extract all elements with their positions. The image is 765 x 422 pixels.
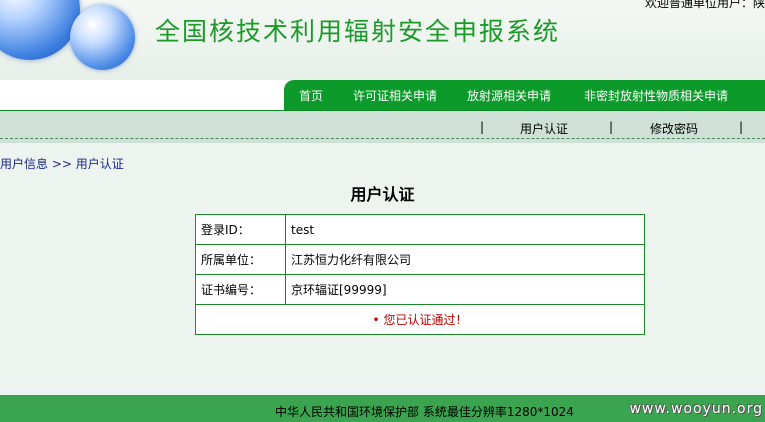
main-nav: 首页 许可证相关申请 放射源相关申请 非密封放射性物质相关申请 (284, 80, 765, 110)
watermark: www.wooyun.org (629, 401, 763, 417)
table-row: • 您已认证通过！ (195, 304, 645, 335)
sub-nav: | 用户认证 | 修改密码 | (0, 110, 765, 143)
system-title: 全国核技术利用辐射安全申报系统 (155, 17, 561, 46)
bubble-small-icon (70, 5, 135, 70)
login-id-value: test (285, 214, 645, 245)
nav-unsealed-material-apply[interactable]: 非密封放射性物质相关申请 (584, 87, 728, 104)
organization-value: 江苏恒力化纤有限公司 (285, 244, 645, 275)
separator: | (480, 120, 485, 134)
main-content: 用户信息 >> 用户认证 用户认证 登录ID： test 所属单位： 江苏恒力化… (0, 143, 765, 395)
dashed-divider (0, 138, 765, 139)
table-row: 证书编号： 京环辐证[99999] (195, 274, 645, 305)
footer: 中华人民共和国环境保护部 系统最佳分辨率1280*1024 www.wooyun… (0, 395, 765, 422)
footer-text: 中华人民共和国环境保护部 系统最佳分辨率1280*1024 (275, 405, 574, 419)
separator: | (739, 120, 744, 134)
page-title: 用户认证 (350, 185, 415, 204)
separator: | (609, 120, 614, 134)
organization-label: 所属单位： (195, 244, 286, 275)
user-info-table: 登录ID： test 所属单位： 江苏恒力化纤有限公司 证书编号： 京环辐证[9… (195, 214, 645, 335)
nav-radiation-source-apply[interactable]: 放射源相关申请 (467, 87, 551, 104)
nav-license-apply[interactable]: 许可证相关申请 (353, 87, 437, 104)
certificate-number-label: 证书编号： (195, 274, 286, 305)
subnav-change-password[interactable]: 修改密码 (650, 120, 698, 137)
table-row: 所属单位： 江苏恒力化纤有限公司 (195, 244, 645, 275)
welcome-text: 欢迎普通单位用户：陕 (644, 0, 765, 10)
subnav-user-auth[interactable]: 用户认证 (520, 120, 568, 137)
nav-home[interactable]: 首页 (299, 87, 323, 104)
auth-status-message: • 您已认证通过！ (195, 304, 645, 335)
certificate-number-value: 京环辐证[99999] (285, 274, 645, 305)
header-banner: 全国核技术利用辐射安全申报系统 欢迎普通单位用户：陕 (0, 0, 765, 80)
table-row: 登录ID： test (195, 214, 645, 245)
breadcrumb: 用户信息 >> 用户认证 (0, 157, 124, 171)
login-id-label: 登录ID： (195, 214, 286, 245)
bubble-logo-icon (0, 0, 80, 60)
